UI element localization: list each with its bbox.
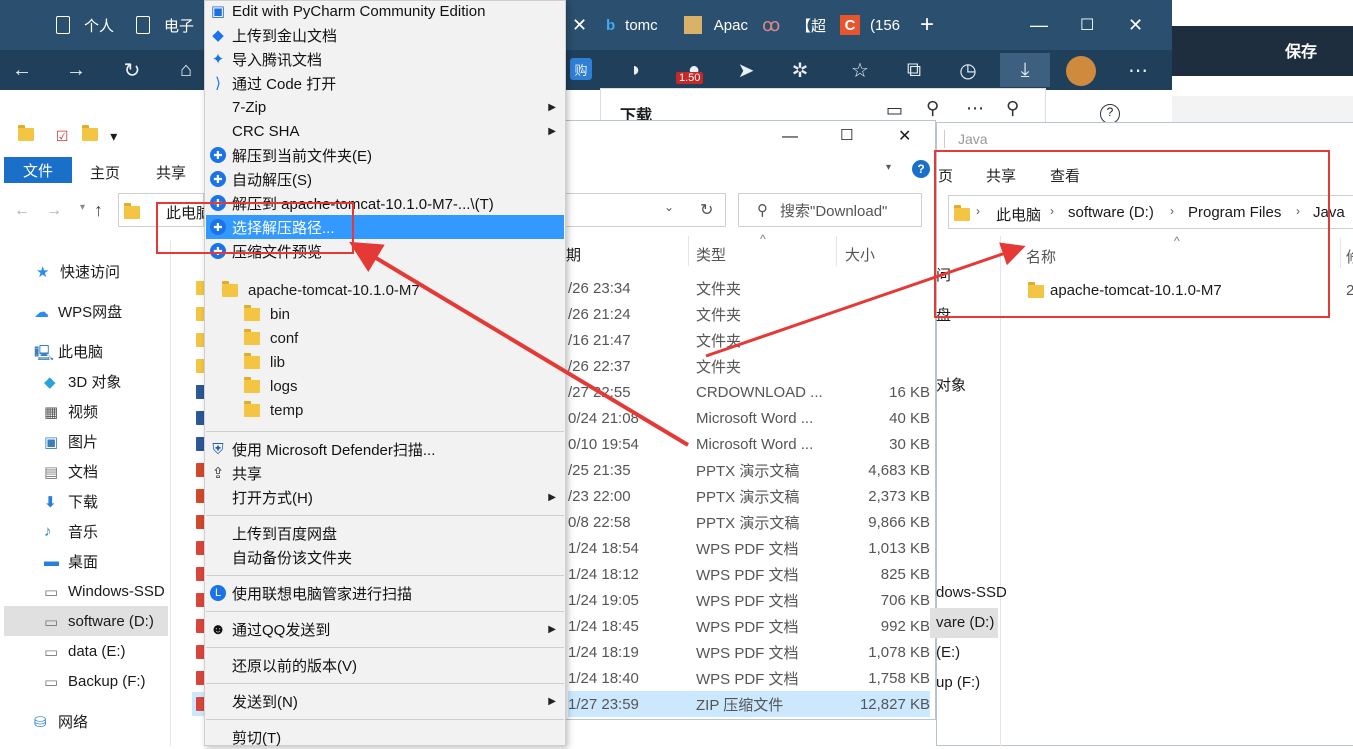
arrow-to-java-folder bbox=[705, 242, 1026, 358]
annotation-arrows bbox=[349, 241, 1026, 447]
arrow-to-menu-item bbox=[349, 241, 690, 447]
